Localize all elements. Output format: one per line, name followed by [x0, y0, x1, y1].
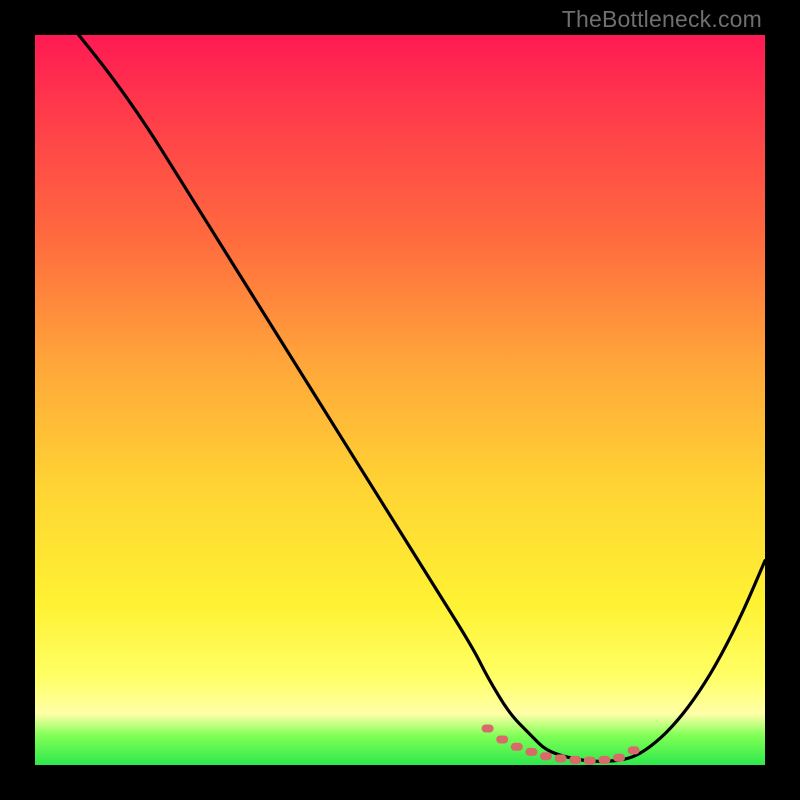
- flat-dot: [555, 754, 567, 762]
- flat-region-dots: [482, 725, 640, 765]
- watermark-text: TheBottleneck.com: [562, 6, 762, 33]
- flat-dot: [511, 743, 523, 751]
- chart-frame: TheBottleneck.com: [0, 0, 800, 800]
- flat-dot: [482, 725, 494, 733]
- flat-dot: [598, 756, 610, 764]
- flat-dot: [584, 757, 596, 765]
- bottleneck-curve-svg: [35, 35, 765, 765]
- flat-dot: [540, 752, 552, 760]
- bottleneck-curve: [79, 35, 765, 761]
- flat-dot: [613, 754, 625, 762]
- flat-dot: [525, 748, 537, 756]
- flat-dot: [569, 756, 581, 764]
- flat-dot: [496, 736, 508, 744]
- flat-dot: [628, 746, 640, 754]
